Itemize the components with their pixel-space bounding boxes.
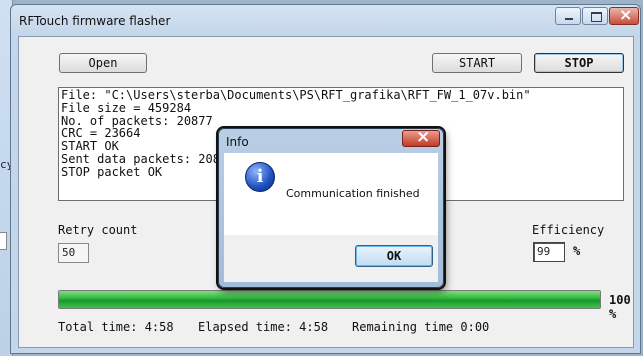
log-line: File size = 459284 [61, 100, 192, 115]
close-button[interactable] [609, 5, 639, 25]
window-title: RFTouch firmware flasher [19, 14, 171, 28]
progress-bar [58, 290, 601, 309]
ok-button[interactable]: OK [355, 245, 433, 267]
start-button[interactable]: START [432, 53, 522, 73]
minimize-button[interactable] [555, 7, 581, 25]
stop-button[interactable]: STOP [534, 53, 624, 73]
info-dialog: Info i Communication finished OK [218, 127, 444, 288]
dialog-title: Info [226, 135, 249, 149]
total-time: Total time: 4:58 [58, 320, 174, 334]
efficiency-field: 99 [533, 242, 565, 262]
efficiency-unit: % [573, 244, 581, 258]
retry-count-label: Retry count [58, 223, 138, 237]
information-icon: i [245, 162, 275, 192]
log-line: File: "C:\Users\sterba\Documents\PS\RFT_… [61, 88, 531, 102]
maximize-button[interactable] [582, 7, 608, 25]
open-button[interactable]: Open [59, 53, 147, 73]
efficiency-label: Efficiency [532, 223, 605, 237]
retry-count-field[interactable]: 50 [58, 243, 89, 263]
log-line: No. of packets: 20877 [61, 113, 213, 128]
progress-bar-fill [59, 291, 600, 308]
background-window-field [0, 232, 7, 250]
remaining-time: Remaining time 0:00 [352, 320, 490, 334]
progress-percent: 100 % [609, 293, 631, 321]
dialog-close-button[interactable] [402, 127, 440, 147]
dialog-message: Communication finished [286, 187, 420, 200]
elapsed-time: Elapsed time: 4:58 [198, 320, 329, 334]
